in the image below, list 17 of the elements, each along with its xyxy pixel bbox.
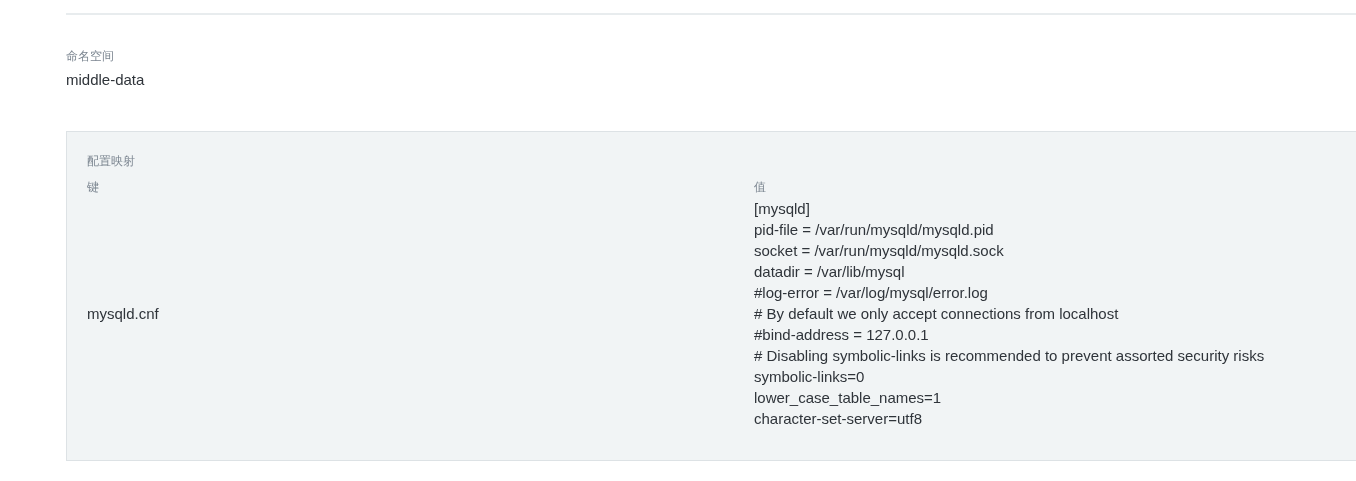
config-line: symbolic-links=0 (754, 367, 866, 387)
config-line: pid-file = /var/run/mysqld/mysqld.pid (754, 220, 995, 240)
config-line: #log-error = /var/log/mysql/error.log (754, 283, 989, 303)
config-line: # Disabling symbolic-links is recommended to prevent assorted security risks (754, 346, 1266, 366)
namespace-label: 命名空间 (66, 48, 115, 64)
config-key: mysqld.cnf (87, 303, 754, 324)
column-header: 键 (87, 179, 100, 195)
config-line: [mysqld] (754, 199, 811, 219)
config-line: character-set-server=utf8 (754, 409, 923, 429)
config-line: datadir = /var/lib/mysql (754, 262, 906, 282)
config-line: #bind-address = 127.0.0.1 (754, 325, 930, 345)
config-line: lower_case_table_names=1 (754, 388, 943, 408)
namespace-value: middle-data (66, 70, 146, 90)
config-map-title: 配置映射 (87, 153, 136, 169)
column-header: 值 (754, 179, 767, 195)
config-line: # By default we only accept connections from localhost (754, 304, 1120, 324)
config-line: socket = /var/run/mysqld/mysqld.sock (754, 241, 1005, 261)
